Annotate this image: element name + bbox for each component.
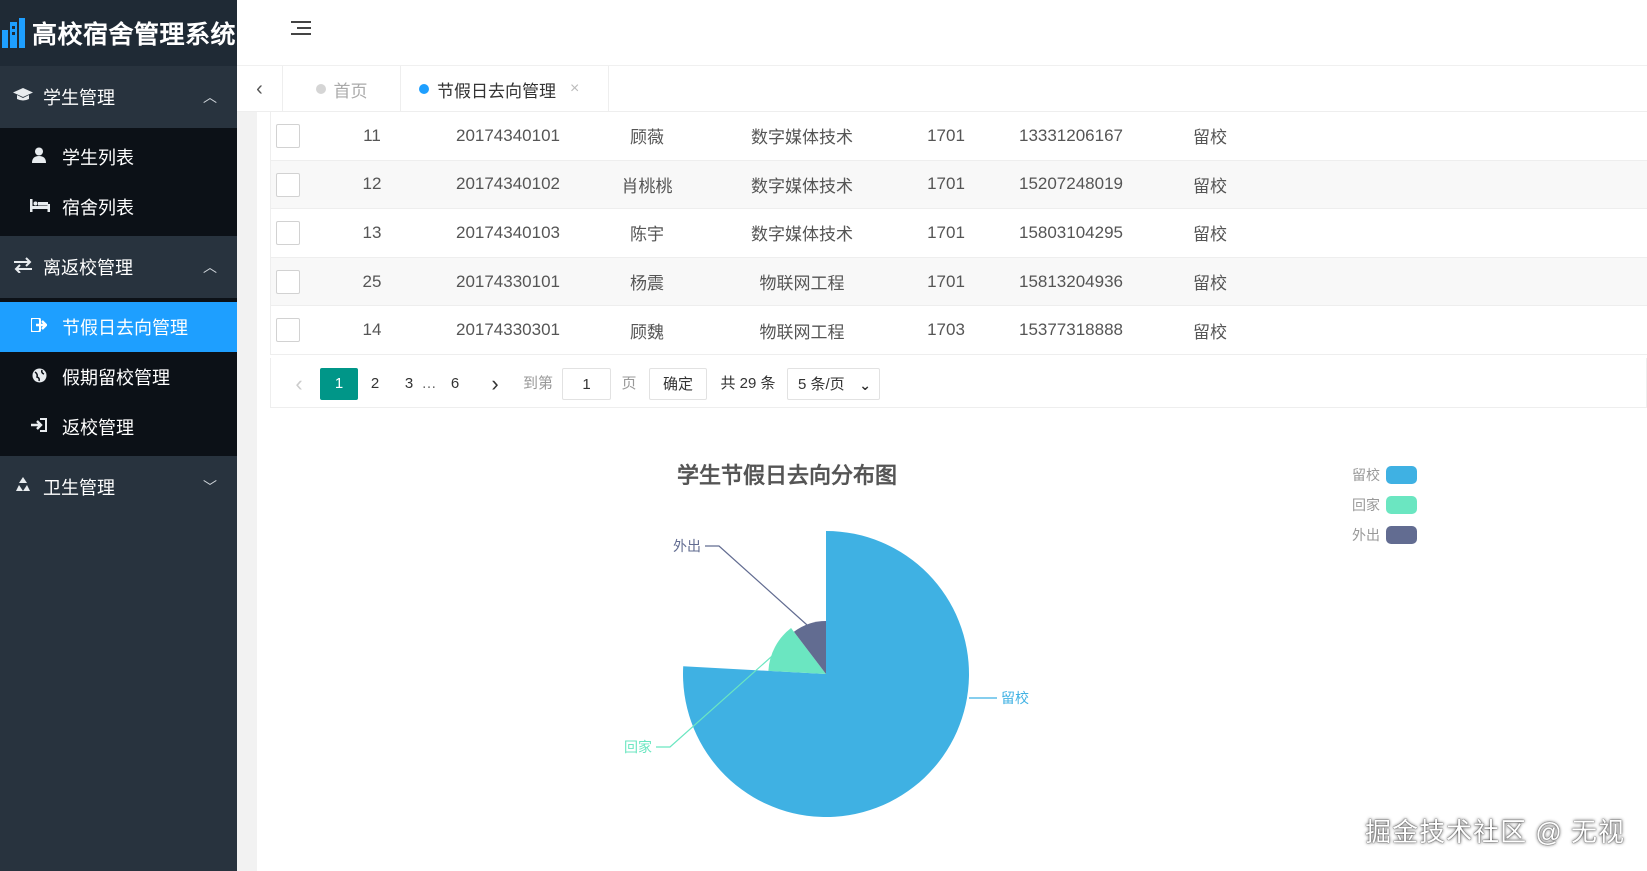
watermark: 掘金技术社区 @ 无视 <box>1365 817 1625 847</box>
pie-label: 回家 <box>624 739 652 756</box>
pie-label: 留校 <box>1001 690 1029 707</box>
pie-label-line <box>705 545 811 629</box>
pie-chart: 留校回家 外出 <box>624 531 1029 817</box>
pie-label: 外出 <box>673 539 701 555</box>
